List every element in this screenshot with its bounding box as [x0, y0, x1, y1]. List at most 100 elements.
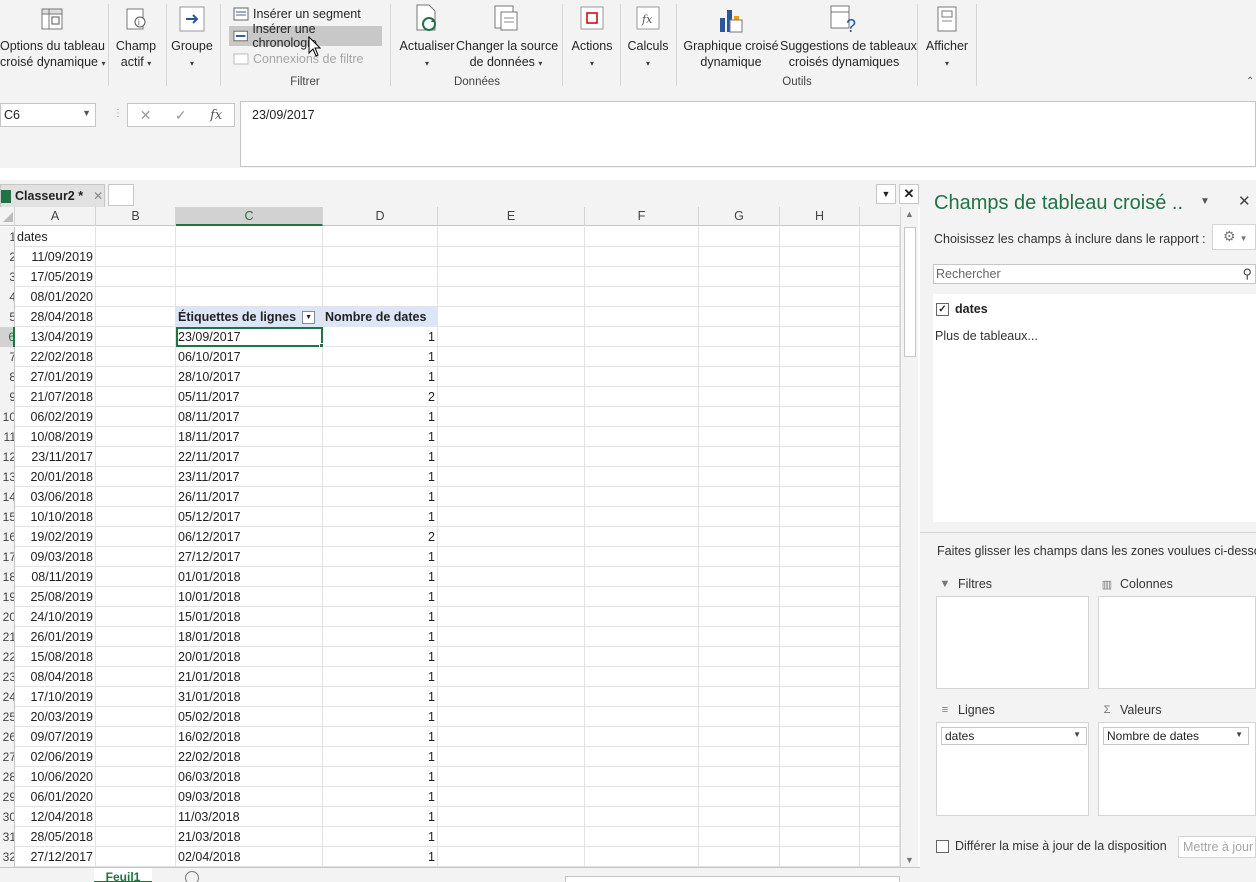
- pivot-row-label-cell[interactable]: 15/01/2018: [176, 607, 323, 627]
- close-icon[interactable]: ✕: [1238, 192, 1251, 210]
- name-box[interactable]: C6 ▼: [0, 103, 96, 127]
- new-tab-button[interactable]: [108, 184, 134, 206]
- cell-a[interactable]: 09/03/2018: [15, 547, 96, 567]
- cell-g[interactable]: [699, 547, 780, 567]
- pivot-count-cell[interactable]: 1: [323, 427, 438, 447]
- cell-i[interactable]: [860, 567, 900, 587]
- area-columns-box[interactable]: [1098, 596, 1256, 689]
- cell-e[interactable]: [438, 487, 585, 507]
- cell-a[interactable]: dates: [15, 227, 96, 247]
- cell-a[interactable]: 19/02/2019: [15, 527, 96, 547]
- cell-f[interactable]: [585, 367, 699, 387]
- row-header[interactable]: 9: [0, 387, 15, 407]
- cell-g[interactable]: [699, 287, 780, 307]
- pivot-row-label-cell[interactable]: [176, 247, 323, 267]
- pivot-row-label-cell[interactable]: 16/02/2018: [176, 727, 323, 747]
- pivot-row-label-cell[interactable]: 11/03/2018: [176, 807, 323, 827]
- cell-g[interactable]: [699, 387, 780, 407]
- row-header[interactable]: 32: [0, 847, 15, 867]
- cell-i[interactable]: [860, 427, 900, 447]
- cell-h[interactable]: [780, 687, 860, 707]
- pivot-count-cell[interactable]: 2: [323, 527, 438, 547]
- column-header-h[interactable]: H: [780, 207, 860, 226]
- cell-a[interactable]: 06/02/2019: [15, 407, 96, 427]
- pivot-row-label-cell[interactable]: 23/09/2017: [176, 327, 323, 347]
- pivot-count-cell[interactable]: 1: [323, 607, 438, 627]
- cell-b[interactable]: [96, 847, 176, 867]
- cell-a[interactable]: 22/02/2018: [15, 347, 96, 367]
- cell-b[interactable]: [96, 527, 176, 547]
- cell-a[interactable]: 08/11/2019: [15, 567, 96, 587]
- cell-h[interactable]: [780, 227, 860, 247]
- column-header-a[interactable]: A: [15, 207, 96, 226]
- cell-f[interactable]: [585, 807, 699, 827]
- checkbox-checked-icon[interactable]: ✓: [936, 302, 949, 316]
- pivot-count-cell[interactable]: 1: [323, 567, 438, 587]
- cell-e[interactable]: [438, 547, 585, 567]
- pivot-row-label-cell[interactable]: 26/11/2017: [176, 487, 323, 507]
- cell-h[interactable]: [780, 387, 860, 407]
- cell-g[interactable]: [699, 747, 780, 767]
- chevron-down-icon[interactable]: ▼: [1200, 196, 1210, 207]
- cell-i[interactable]: [860, 687, 900, 707]
- row-header[interactable]: 5: [0, 307, 15, 327]
- cell-h[interactable]: [780, 467, 860, 487]
- pivot-count-cell[interactable]: 1: [323, 327, 438, 347]
- chevron-down-icon[interactable]: ▼: [1073, 730, 1081, 739]
- pivot-row-label-cell[interactable]: 05/11/2017: [176, 387, 323, 407]
- cell-f[interactable]: [585, 447, 699, 467]
- row-header[interactable]: 24: [0, 687, 15, 707]
- cell-f[interactable]: [585, 547, 699, 567]
- cell-b[interactable]: [96, 727, 176, 747]
- row-header[interactable]: 23: [0, 667, 15, 687]
- pivot-row-label-cell[interactable]: 09/03/2018: [176, 787, 323, 807]
- cell-g[interactable]: [699, 447, 780, 467]
- pivot-count-cell[interactable]: 1: [323, 847, 438, 867]
- filter-connections-button[interactable]: Connexions de filtre: [229, 49, 367, 69]
- cell-a[interactable]: 28/04/2018: [15, 307, 96, 327]
- pivot-row-label-cell[interactable]: 02/04/2018: [176, 847, 323, 867]
- cell-a[interactable]: 23/11/2017: [15, 447, 96, 467]
- cell-g[interactable]: [699, 807, 780, 827]
- group-button[interactable]: Groupe ▾: [170, 4, 214, 72]
- row-header[interactable]: 3: [0, 267, 15, 287]
- cell-g[interactable]: [699, 267, 780, 287]
- row-header[interactable]: 15: [0, 507, 15, 527]
- checkbox-unchecked-icon[interactable]: [936, 839, 949, 853]
- cell-e[interactable]: [438, 827, 585, 847]
- cell-e[interactable]: [438, 347, 585, 367]
- cell-g[interactable]: [699, 247, 780, 267]
- row-header[interactable]: 10: [0, 407, 15, 427]
- cell-a[interactable]: 10/10/2018: [15, 507, 96, 527]
- cell-a[interactable]: 13/04/2019: [15, 327, 96, 347]
- cell-a[interactable]: 25/08/2019: [15, 587, 96, 607]
- pivot-count-cell[interactable]: 1: [323, 447, 438, 467]
- cell-f[interactable]: [585, 287, 699, 307]
- cell-h[interactable]: [780, 407, 860, 427]
- cell-b[interactable]: [96, 647, 176, 667]
- row-header[interactable]: 2: [0, 247, 15, 267]
- cell-h[interactable]: [780, 367, 860, 387]
- cell-a[interactable]: 02/06/2019: [15, 747, 96, 767]
- cell-i[interactable]: [860, 667, 900, 687]
- cell-b[interactable]: [96, 567, 176, 587]
- cell-h[interactable]: [780, 547, 860, 567]
- cell-b[interactable]: [96, 327, 176, 347]
- pivot-count-cell[interactable]: 1: [323, 647, 438, 667]
- cell-i[interactable]: [860, 827, 900, 847]
- cell-a[interactable]: 11/09/2019: [15, 247, 96, 267]
- cell-b[interactable]: [96, 787, 176, 807]
- cell-i[interactable]: [860, 587, 900, 607]
- cell-f[interactable]: [585, 787, 699, 807]
- formula-input[interactable]: 23/09/2017: [240, 101, 1256, 167]
- refresh-button[interactable]: Actualiser ▾: [398, 4, 456, 72]
- select-all-corner[interactable]: [0, 207, 15, 226]
- cell-i[interactable]: [860, 347, 900, 367]
- cell-i[interactable]: [860, 807, 900, 827]
- add-sheet-icon[interactable]: [185, 871, 199, 882]
- pivot-count-cell[interactable]: 1: [323, 407, 438, 427]
- pivot-count-cell[interactable]: 1: [323, 627, 438, 647]
- pivot-row-label-cell[interactable]: 10/01/2018: [176, 587, 323, 607]
- insert-function-icon[interactable]: fx: [210, 108, 222, 123]
- pivot-count-cell[interactable]: 1: [323, 547, 438, 567]
